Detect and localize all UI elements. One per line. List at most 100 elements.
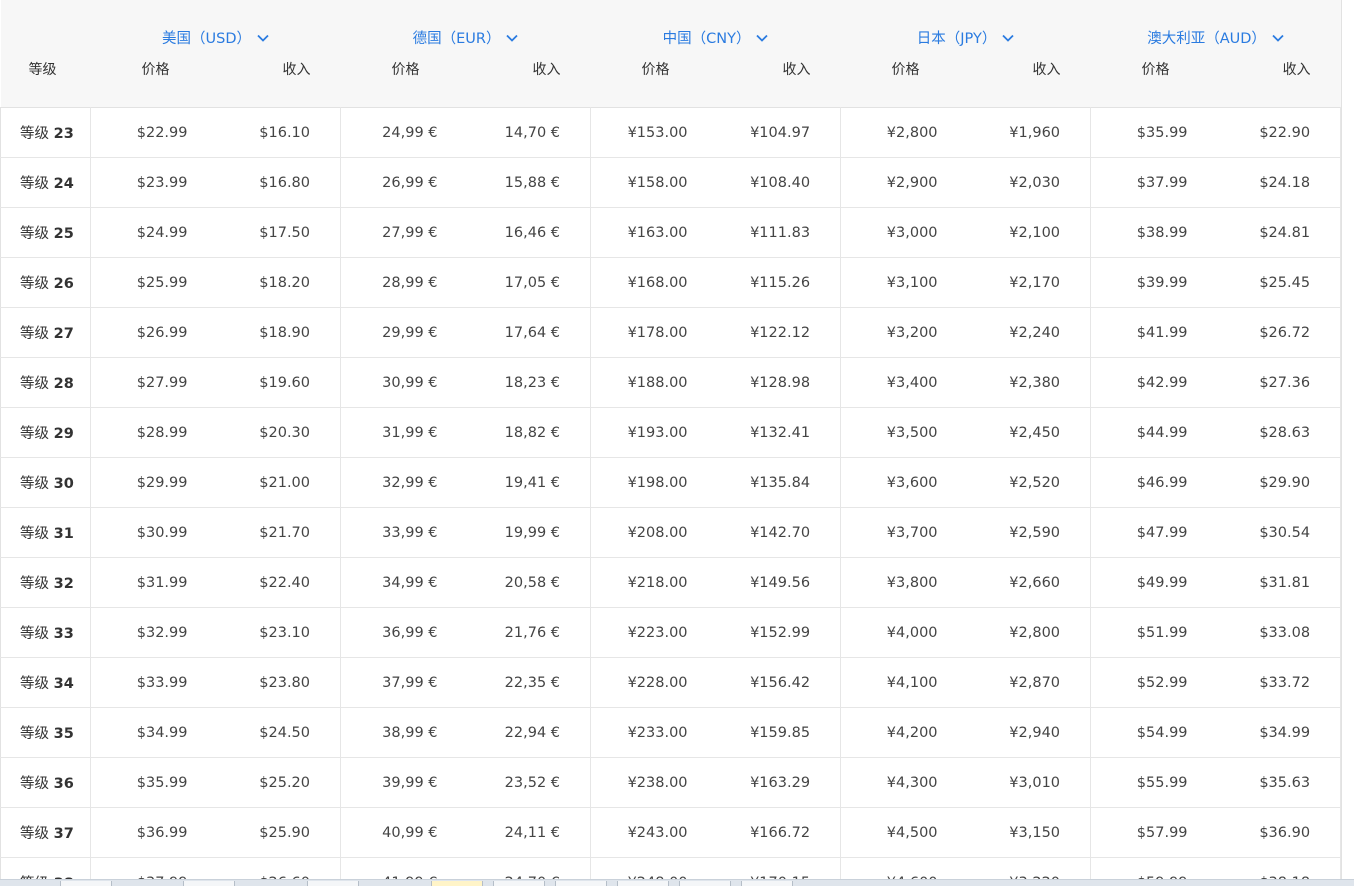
table-row: 等级 34 $33.99 $23.80 37,99 €22,35 € ¥228.00 ¥1… bbox=[0, 657, 1341, 708]
revenue-cell: ¥156.42 bbox=[725, 657, 842, 708]
revenue-cell: ¥104.97 bbox=[725, 107, 842, 158]
price-cell: $25.99 bbox=[90, 257, 226, 308]
tier-cell: 等级 27 bbox=[0, 307, 91, 358]
revenue-cell: ¥3,010 bbox=[975, 757, 1092, 808]
header-column-row: 等级 价格 收入 价格 收入 价格 收入 价格 收入 价格 收入 bbox=[0, 50, 1341, 108]
country-name: 美国（USD） bbox=[162, 31, 251, 47]
revenue-cell: $31.81 bbox=[1225, 557, 1341, 608]
table-row: 等级 30 $29.99 $21.00 32,99 €19,41 € ¥198.00 ¥1… bbox=[0, 457, 1341, 508]
price-cell: 36,99 € bbox=[340, 607, 476, 658]
price-cell: 39,99 € bbox=[340, 757, 476, 808]
table-row: 等级 28 $27.99 $19.60 30,99 €18,23 € ¥188.00 ¥1… bbox=[0, 357, 1341, 408]
table-row: 等级 37 $36.99 $25.90 40,99 €24,11 € ¥243.00 ¥1… bbox=[0, 807, 1341, 858]
price-cell: $24.99 bbox=[90, 207, 226, 258]
price-cell: 27,99 € bbox=[340, 207, 476, 258]
price-column-header: 价格 bbox=[840, 50, 976, 108]
price-cell: ¥168.00 bbox=[590, 257, 726, 308]
taskbar-tab[interactable] bbox=[555, 881, 607, 886]
revenue-cell: $34.99 bbox=[1225, 707, 1341, 758]
price-cell: $41.99 bbox=[1090, 307, 1226, 358]
price-cell: ¥3,700 bbox=[840, 507, 976, 558]
tier-column-header: 等级 bbox=[0, 50, 91, 108]
taskbar-tab[interactable] bbox=[307, 881, 359, 886]
price-cell: $59.99 bbox=[1090, 857, 1226, 880]
tier-cell: 等级 35 bbox=[0, 707, 91, 758]
price-cell: ¥3,400 bbox=[840, 357, 976, 408]
revenue-cell: $16.10 bbox=[225, 107, 342, 158]
revenue-cell: $22.40 bbox=[225, 557, 342, 608]
tier-prefix: 等级 bbox=[20, 826, 49, 842]
taskbar-tab[interactable] bbox=[741, 881, 793, 886]
country-name: 澳大利亚（AUD） bbox=[1147, 31, 1266, 47]
taskbar-tab[interactable] bbox=[617, 881, 669, 886]
revenue-cell: $24.81 bbox=[1225, 207, 1341, 258]
taskbar-tab[interactable] bbox=[431, 881, 483, 886]
tier-cell: 等级 23 bbox=[0, 107, 91, 158]
revenue-cell: 21,76 € bbox=[475, 607, 592, 658]
price-cell: $27.99 bbox=[90, 357, 226, 408]
country-name: 日本（JPY） bbox=[916, 31, 997, 47]
price-tier-table-container[interactable]: 美国（USD） 德国（EUR） 中国（CNY） 日本（JPY） 澳大利亚（AUD… bbox=[0, 0, 1342, 880]
tier-number: 29 bbox=[53, 426, 74, 442]
tier-cell: 等级 28 bbox=[0, 357, 91, 408]
price-cell: $23.99 bbox=[90, 157, 226, 208]
tier-cell: 等级 32 bbox=[0, 557, 91, 608]
price-column-header: 价格 bbox=[590, 50, 726, 108]
tier-number: 35 bbox=[53, 726, 74, 742]
country-selector-cny[interactable]: 中国（CNY） bbox=[591, 27, 841, 50]
taskbar-tab[interactable] bbox=[679, 881, 731, 886]
tier-cell: 等级 31 bbox=[0, 507, 91, 558]
price-cell: $57.99 bbox=[1090, 807, 1226, 858]
price-cell: ¥4,000 bbox=[840, 607, 976, 658]
table-row: 等级 33 $32.99 $23.10 36,99 €21,76 € ¥223.00 ¥1… bbox=[0, 607, 1341, 658]
tier-prefix: 等级 bbox=[20, 276, 49, 292]
country-selector-aud[interactable]: 澳大利亚（AUD） bbox=[1091, 27, 1341, 50]
taskbar-tab[interactable] bbox=[493, 881, 545, 886]
taskbar-tab[interactable] bbox=[183, 881, 235, 886]
revenue-cell: $17.50 bbox=[225, 207, 342, 258]
price-cell: $30.99 bbox=[90, 507, 226, 558]
revenue-cell: 22,35 € bbox=[475, 657, 592, 708]
price-cell: ¥153.00 bbox=[590, 107, 726, 158]
table-row: 等级 36 $35.99 $25.20 39,99 €23,52 € ¥238.00 ¥1… bbox=[0, 757, 1341, 808]
revenue-cell: 19,41 € bbox=[475, 457, 592, 508]
price-cell: ¥218.00 bbox=[590, 557, 726, 608]
price-cell: ¥3,100 bbox=[840, 257, 976, 308]
price-cell: 38,99 € bbox=[340, 707, 476, 758]
price-cell: $28.99 bbox=[90, 407, 226, 458]
country-selector-usd[interactable]: 美国（USD） bbox=[91, 27, 341, 50]
price-cell: $34.99 bbox=[90, 707, 226, 758]
tier-number: 25 bbox=[53, 226, 74, 242]
price-cell: $44.99 bbox=[1090, 407, 1226, 458]
price-cell: ¥238.00 bbox=[590, 757, 726, 808]
table-row: 等级 23 $22.99 $16.10 24,99 €14,70 € ¥153.00 ¥1… bbox=[0, 107, 1341, 158]
revenue-column-header: 收入 bbox=[475, 50, 591, 108]
tier-number: 26 bbox=[53, 276, 74, 292]
country-selector-eur[interactable]: 德国（EUR） bbox=[341, 27, 591, 50]
price-cell: $37.99 bbox=[90, 857, 226, 880]
revenue-cell: ¥159.85 bbox=[725, 707, 842, 758]
revenue-cell: $25.20 bbox=[225, 757, 342, 808]
tier-prefix: 等级 bbox=[20, 576, 49, 592]
country-header-cell: 澳大利亚（AUD） bbox=[1090, 0, 1341, 50]
revenue-cell: ¥1,960 bbox=[975, 107, 1092, 158]
chevron-down-icon bbox=[756, 34, 769, 42]
revenue-cell: ¥149.56 bbox=[725, 557, 842, 608]
table-row: 等级 32 $31.99 $22.40 34,99 €20,58 € ¥218.00 ¥1… bbox=[0, 557, 1341, 608]
price-cell: $35.99 bbox=[90, 757, 226, 808]
price-cell: ¥3,200 bbox=[840, 307, 976, 358]
tier-number: 34 bbox=[53, 676, 74, 692]
tier-prefix: 等级 bbox=[20, 226, 49, 242]
tier-cell: 等级 30 bbox=[0, 457, 91, 508]
tier-prefix: 等级 bbox=[20, 626, 49, 642]
revenue-cell: ¥115.26 bbox=[725, 257, 842, 308]
price-cell: ¥4,300 bbox=[840, 757, 976, 808]
price-cell: 24,99 € bbox=[340, 107, 476, 158]
tier-number: 32 bbox=[53, 576, 74, 592]
tier-cell: 等级 29 bbox=[0, 407, 91, 458]
price-cell: ¥163.00 bbox=[590, 207, 726, 258]
country-selector-jpy[interactable]: 日本（JPY） bbox=[841, 27, 1091, 50]
revenue-cell: ¥2,520 bbox=[975, 457, 1092, 508]
taskbar-tab[interactable] bbox=[60, 881, 112, 886]
price-cell: ¥178.00 bbox=[590, 307, 726, 358]
